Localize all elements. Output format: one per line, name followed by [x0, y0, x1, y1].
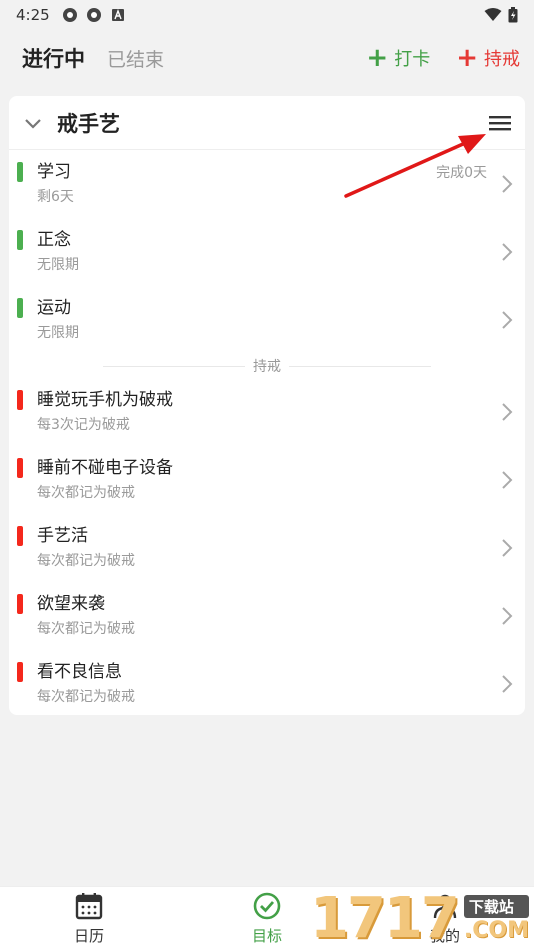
divider-label: 持戒	[245, 356, 289, 376]
chevron-right-icon	[502, 607, 513, 625]
list-item-checkin[interactable]: 正念 无限期	[9, 218, 525, 286]
status-bar-green	[17, 230, 23, 250]
menu-icon[interactable]	[487, 112, 513, 134]
item-title: 睡觉玩手机为破戒	[37, 390, 173, 410]
card-header[interactable]: 戒手艺	[9, 96, 525, 150]
wifi-icon	[484, 8, 502, 21]
item-subtitle: 每次都记为破戒	[37, 621, 135, 637]
status-bar-green	[17, 162, 23, 182]
item-subtitle: 每次都记为破戒	[37, 689, 135, 705]
nav-goals-label: 目标	[251, 927, 282, 945]
chevron-right-icon	[502, 311, 513, 329]
item-title: 睡前不碰电子设备	[37, 458, 173, 478]
group-title: 戒手艺	[57, 111, 120, 136]
item-subtitle: 无限期	[37, 325, 79, 341]
goal-group-card: 戒手艺 学习 剩6天 完成0天 正念 无限期 运动 无限期 持戒 睡觉玩手机为破…	[9, 96, 525, 715]
section-divider: 持戒	[9, 354, 525, 378]
checkin-label: 打卡	[394, 49, 431, 70]
abstain-label: 持戒	[484, 49, 520, 70]
calendar-icon	[75, 893, 103, 920]
status-bar-red	[17, 526, 23, 546]
status-bar: 4:25	[0, 0, 534, 30]
item-title: 正念	[37, 230, 71, 250]
battery-icon	[508, 7, 518, 23]
abstain-button[interactable]: + 持戒	[456, 45, 520, 71]
chevron-right-icon	[502, 471, 513, 489]
bottom-nav: 日历 目标 我的	[0, 886, 534, 950]
chevron-right-icon	[502, 175, 513, 193]
nav-mine[interactable]: 我的	[356, 887, 534, 950]
plus-icon: +	[366, 43, 389, 73]
item-title: 看不良信息	[37, 662, 122, 682]
status-bar-red	[17, 458, 23, 478]
chevron-right-icon	[502, 539, 513, 557]
status-bar-red	[17, 594, 23, 614]
status-bar-green	[17, 298, 23, 318]
list-item-checkin[interactable]: 学习 剩6天 完成0天	[9, 150, 525, 218]
tab-in-progress[interactable]: 进行中	[22, 43, 85, 73]
list-item-checkin[interactable]: 运动 无限期	[9, 286, 525, 354]
list-item-abstain[interactable]: 睡前不碰电子设备 每次都记为破戒	[9, 446, 525, 514]
item-title: 学习	[37, 162, 71, 182]
item-title: 运动	[37, 298, 71, 318]
status-bar-red	[17, 662, 23, 682]
a-notification-icon	[111, 9, 124, 21]
chevron-right-icon	[502, 675, 513, 693]
nav-calendar-label: 日历	[73, 927, 104, 945]
status-time: 4:25	[16, 6, 50, 24]
list-item-abstain[interactable]: 看不良信息 每次都记为破戒	[9, 650, 525, 718]
status-bar-red	[17, 390, 23, 410]
check-circle-icon	[253, 892, 281, 920]
item-title: 欲望来袭	[37, 594, 105, 614]
list-item-abstain[interactable]: 欲望来袭 每次都记为破戒	[9, 582, 525, 650]
person-icon	[433, 894, 457, 919]
item-subtitle: 每次都记为破戒	[37, 553, 135, 569]
app-notification-icon-2	[86, 8, 101, 22]
item-progress: 完成0天	[436, 165, 487, 181]
list-item-abstain[interactable]: 手艺活 每次都记为破戒	[9, 514, 525, 582]
chevron-right-icon	[502, 403, 513, 421]
chevron-right-icon	[502, 243, 513, 261]
item-subtitle: 每次都记为破戒	[37, 485, 135, 501]
chevron-down-icon[interactable]	[23, 113, 43, 133]
header-actions: + 打卡 + 持戒	[366, 45, 520, 71]
tab-ended[interactable]: 已结束	[107, 45, 164, 72]
item-title: 手艺活	[37, 526, 88, 546]
nav-calendar[interactable]: 日历	[0, 887, 178, 950]
item-subtitle: 每3次记为破戒	[37, 417, 130, 433]
item-subtitle: 剩6天	[37, 189, 74, 205]
plus-icon-red: +	[456, 43, 478, 73]
nav-goals[interactable]: 目标	[178, 887, 356, 950]
top-header: 进行中 已结束 + 打卡 + 持戒	[0, 36, 534, 80]
checkin-button[interactable]: + 打卡	[366, 45, 430, 71]
app-notification-icon	[62, 8, 77, 22]
item-subtitle: 无限期	[37, 257, 79, 273]
list-item-abstain[interactable]: 睡觉玩手机为破戒 每3次记为破戒	[9, 378, 525, 446]
nav-mine-label: 我的	[429, 927, 460, 945]
